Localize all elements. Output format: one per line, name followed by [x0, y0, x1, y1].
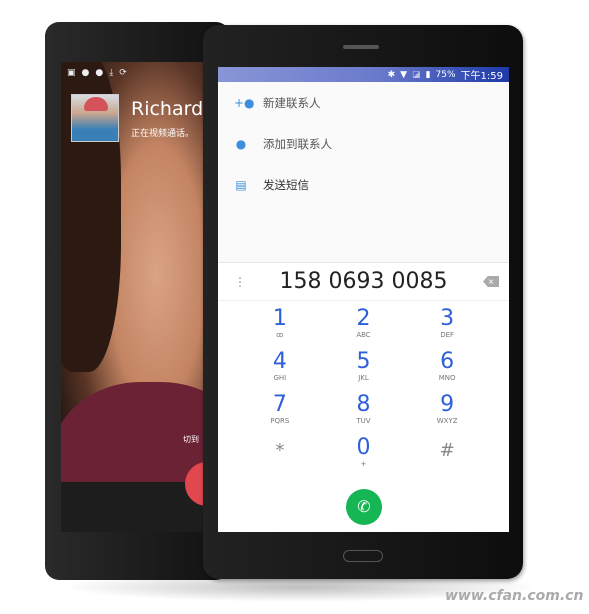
- home-button[interactable]: [343, 550, 383, 562]
- key-letters: GHI: [273, 374, 287, 382]
- key-digit: 0: [356, 435, 371, 460]
- key-2[interactable]: 2 ABC: [322, 307, 406, 348]
- key-digit: 9: [440, 392, 455, 417]
- dialer-screen: ✱ ▼ ◪ ▮ 75% 下午1:59 +● 新建联系人 ● 添加到联系人 ▤ 发…: [218, 67, 509, 532]
- key-digit: 7: [272, 392, 287, 417]
- caller-avatar: [71, 94, 119, 142]
- caller-name: Richards: [131, 98, 214, 120]
- key-9[interactable]: 9 WXYZ: [405, 393, 489, 434]
- key-digit: #: [439, 440, 455, 461]
- key-digit: 2: [356, 306, 371, 331]
- wechat-icon: ●: [95, 68, 104, 78]
- key-digit: 6: [440, 349, 455, 374]
- download-icon: ⤓: [109, 68, 114, 78]
- key-digit: 4: [272, 349, 287, 374]
- voicemail-icon: ꝏ: [276, 331, 284, 339]
- key-8[interactable]: 8 TUV: [322, 393, 406, 434]
- key-star[interactable]: *: [238, 436, 322, 477]
- key-letters: +: [360, 460, 367, 468]
- key-letters: TUV: [356, 417, 371, 425]
- key-letters: DEF: [440, 331, 455, 339]
- switch-camera-label[interactable]: 切到: [183, 434, 199, 445]
- battery-level: 75%: [435, 69, 456, 80]
- bluetooth-icon: ✱: [387, 69, 396, 80]
- key-4[interactable]: 4 GHI: [238, 350, 322, 391]
- front-tablet: ✱ ▼ ◪ ▮ 75% 下午1:59 +● 新建联系人 ● 添加到联系人 ▤ 发…: [203, 25, 523, 579]
- wechat-icon: ●: [81, 68, 90, 78]
- key-digit: *: [275, 440, 285, 461]
- status-bar: ▣ ● ● ⤓ ⟳: [67, 68, 127, 78]
- no-sim-icon: ◪: [412, 69, 421, 80]
- key-letters: PQRS: [270, 417, 290, 425]
- key-digit: 5: [356, 349, 371, 374]
- keypad: 1ꝏ 2 ABC 3 DEF 4 GHI 5 JKL 6 MNO 7 PQRS 8 TUV 9…: [218, 301, 509, 477]
- dialed-number[interactable]: 158 0693 0085: [218, 269, 509, 294]
- watermark: www.cfan.com.cn: [445, 588, 584, 604]
- key-digit: 8: [356, 392, 371, 417]
- key-letters: MNO: [438, 374, 456, 382]
- menu-send-sms[interactable]: ▤ 发送短信: [218, 164, 509, 205]
- key-6[interactable]: 6 MNO: [405, 350, 489, 391]
- menu-label: 发送短信: [263, 177, 309, 192]
- menu-label: 新建联系人: [263, 95, 321, 110]
- wifi-icon: ▼: [400, 69, 408, 80]
- key-letters: ABC: [356, 331, 371, 339]
- key-7[interactable]: 7 PQRS: [238, 393, 322, 434]
- key-letters: WXYZ: [436, 417, 458, 425]
- key-letters: JKL: [358, 374, 369, 382]
- message-icon: ▤: [235, 177, 247, 192]
- key-digit: 1: [272, 306, 287, 331]
- key-5[interactable]: 5 JKL: [322, 350, 406, 391]
- dialpad: ⋮ 158 0693 0085 × 1ꝏ 2 ABC 3 DEF 4 GHI 5 JKL…: [218, 262, 509, 532]
- key-3[interactable]: 3 DEF: [405, 307, 489, 348]
- video-call-screen: ▣ ● ● ⤓ ⟳ Richards 正在视频通话。 切到: [61, 62, 221, 532]
- number-field[interactable]: ⋮ 158 0693 0085 ×: [218, 263, 509, 301]
- call-button[interactable]: ✆: [346, 489, 382, 525]
- key-digit: 3: [440, 306, 455, 331]
- menu-add-to-contact[interactable]: ● 添加到联系人: [218, 123, 509, 164]
- key-0[interactable]: 0 +: [322, 436, 406, 477]
- image-icon: ▣: [67, 68, 76, 78]
- key-1[interactable]: 1ꝏ: [238, 307, 322, 348]
- call-status: 正在视频通话。: [131, 129, 195, 139]
- status-bar: ✱ ▼ ◪ ▮ 75% 下午1:59: [218, 67, 509, 82]
- clock: 下午1:59: [460, 71, 503, 82]
- menu-label: 添加到联系人: [263, 136, 332, 151]
- phone-icon: ✆: [357, 497, 371, 516]
- sync-icon: ⟳: [119, 68, 127, 78]
- add-person-icon: +●: [234, 95, 255, 110]
- overflow-menu-icon[interactable]: ⋮: [234, 275, 246, 289]
- menu-new-contact[interactable]: +● 新建联系人: [218, 82, 509, 123]
- key-hash[interactable]: #: [405, 436, 489, 477]
- battery-icon: ▮: [425, 69, 431, 80]
- person-icon: ●: [235, 136, 247, 151]
- speaker-grille: [343, 45, 379, 49]
